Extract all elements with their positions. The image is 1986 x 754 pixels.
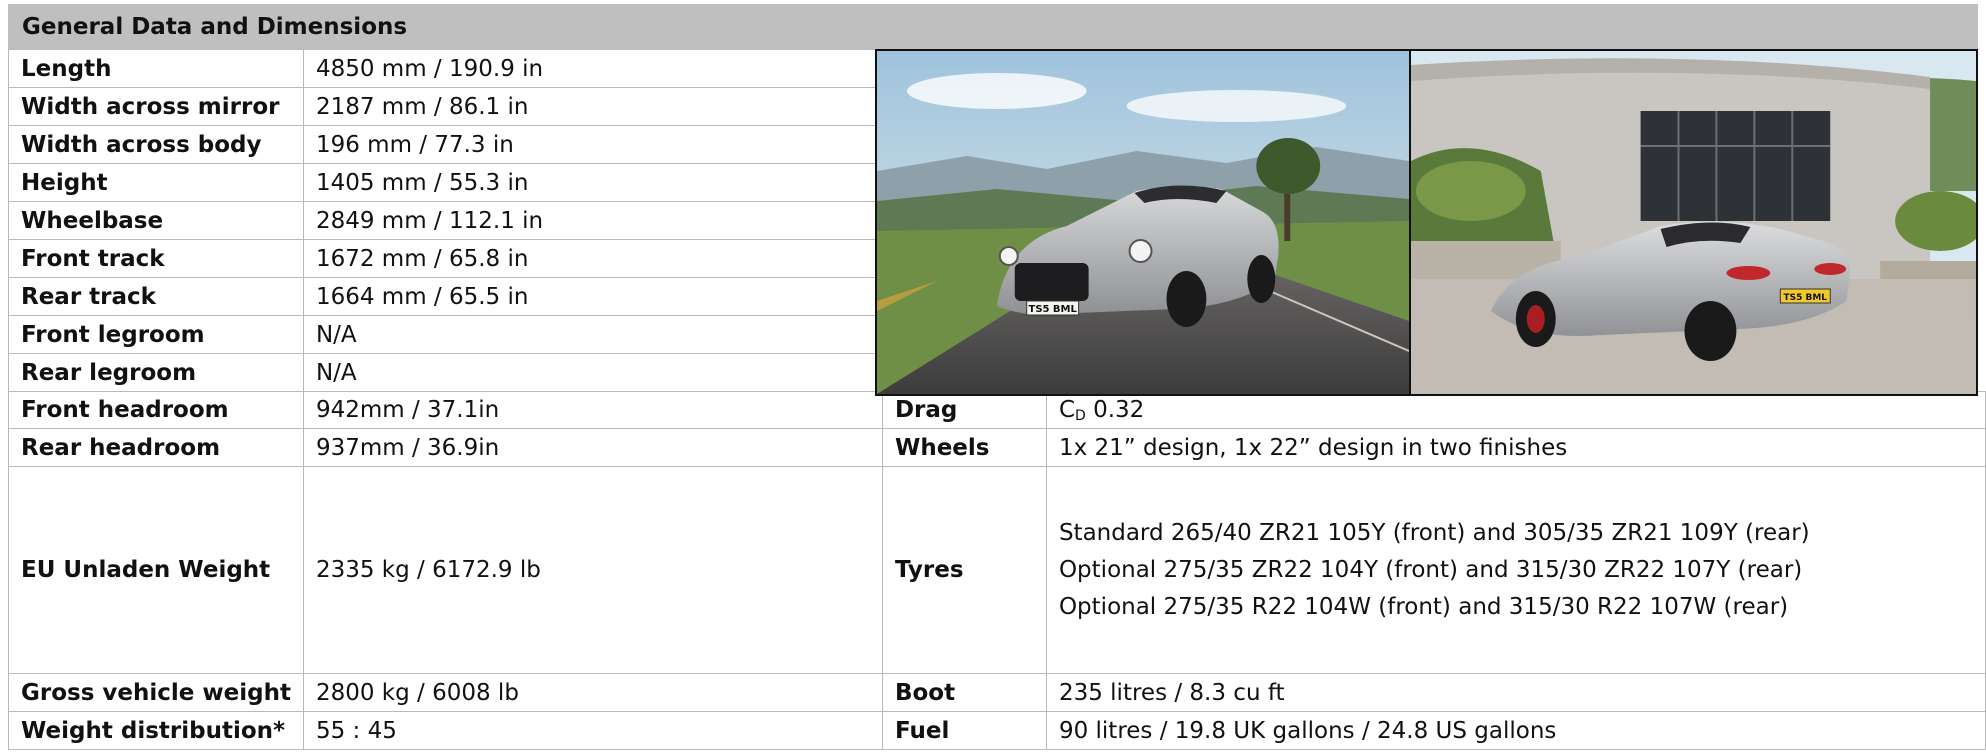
row-value: N/A bbox=[302, 315, 883, 354]
spec-sheet: General Data and Dimensions Length 4850 … bbox=[0, 0, 1986, 754]
fuel-label: Fuel bbox=[881, 711, 1047, 750]
row-label: Front headroom bbox=[8, 391, 304, 429]
row-value: 4850 mm / 190.9 in bbox=[302, 49, 883, 88]
front-number-plate: TS5 BML bbox=[1029, 304, 1078, 315]
row-value: N/A bbox=[302, 353, 883, 392]
drag-number: 0.32 bbox=[1085, 396, 1145, 423]
fuel-value: 90 litres / 19.8 UK gallons / 24.8 US ga… bbox=[1045, 711, 1986, 750]
tyres-value: Standard 265/40 ZR21 105Y (front) and 30… bbox=[1045, 466, 1986, 674]
boot-label: Boot bbox=[881, 673, 1047, 712]
row-label: Gross vehicle weight bbox=[8, 673, 304, 712]
row-label: Width across mirror bbox=[8, 87, 304, 126]
row-value: 2800 kg / 6008 lb bbox=[302, 673, 883, 712]
table-row: Front headroom 942mm / 37.1in Drag CD 0.… bbox=[8, 391, 1986, 429]
row-value: 1672 mm / 65.8 in bbox=[302, 239, 883, 278]
rear-number-plate: TS5 BML bbox=[1784, 293, 1828, 303]
rear-three-quarter-photo: TS5 BML bbox=[1409, 51, 1976, 394]
row-label: Front legroom bbox=[8, 315, 304, 354]
drag-subscript: D bbox=[1075, 407, 1086, 424]
row-value: 2335 kg / 6172.9 lb bbox=[302, 466, 883, 674]
row-value: 1664 mm / 65.5 in bbox=[302, 277, 883, 316]
car-photos: TS5 BML TS5 BML bbox=[875, 49, 1978, 396]
drag-symbol: C bbox=[1058, 396, 1076, 423]
row-value: 2187 mm / 86.1 in bbox=[302, 87, 883, 126]
row-label: Width across body bbox=[8, 125, 304, 164]
row-value: 1405 mm / 55.3 in bbox=[302, 163, 883, 202]
tyres-label: Tyres bbox=[881, 466, 1047, 674]
row-label: Length bbox=[8, 49, 304, 88]
tyre-option-line: Optional 275/35 ZR22 104Y (front) and 31… bbox=[1058, 556, 1803, 583]
section-title: General Data and Dimensions bbox=[8, 4, 1978, 49]
wheels-value: 1x 21” design, 1x 22” design in two fini… bbox=[1045, 428, 1986, 467]
row-label: Front track bbox=[8, 239, 304, 278]
row-value: 196 mm / 77.3 in bbox=[302, 125, 883, 164]
tyre-option-line: Standard 265/40 ZR21 105Y (front) and 30… bbox=[1058, 519, 1810, 546]
tyre-option-line: Optional 275/35 R22 104W (front) and 315… bbox=[1058, 593, 1789, 620]
row-label: Weight distribution* bbox=[8, 711, 304, 750]
row-value: 2849 mm / 112.1 in bbox=[302, 201, 883, 240]
row-value: 55 : 45 bbox=[302, 711, 883, 750]
row-label: Wheelbase bbox=[8, 201, 304, 240]
row-value: 942mm / 37.1in bbox=[302, 391, 883, 429]
table-row: Gross vehicle weight 2800 kg / 6008 lb B… bbox=[8, 673, 1986, 712]
table-row: Rear headroom 937mm / 36.9in Wheels 1x 2… bbox=[8, 428, 1986, 467]
row-label: EU Unladen Weight bbox=[8, 466, 304, 674]
table-row: Weight distribution* 55 : 45 Fuel 90 lit… bbox=[8, 711, 1986, 750]
drag-label: Drag bbox=[881, 391, 1047, 429]
boot-value: 235 litres / 8.3 cu ft bbox=[1045, 673, 1986, 712]
table-row: EU Unladen Weight 2335 kg / 6172.9 lb Ty… bbox=[8, 466, 1986, 674]
wheels-label: Wheels bbox=[881, 428, 1047, 467]
drag-value: CD 0.32 bbox=[1045, 391, 1986, 429]
front-three-quarter-photo: TS5 BML bbox=[877, 51, 1410, 394]
row-label: Rear track bbox=[8, 277, 304, 316]
row-label: Rear headroom bbox=[8, 428, 304, 467]
row-value: 937mm / 36.9in bbox=[302, 428, 883, 467]
row-label: Height bbox=[8, 163, 304, 202]
row-label: Rear legroom bbox=[8, 353, 304, 392]
